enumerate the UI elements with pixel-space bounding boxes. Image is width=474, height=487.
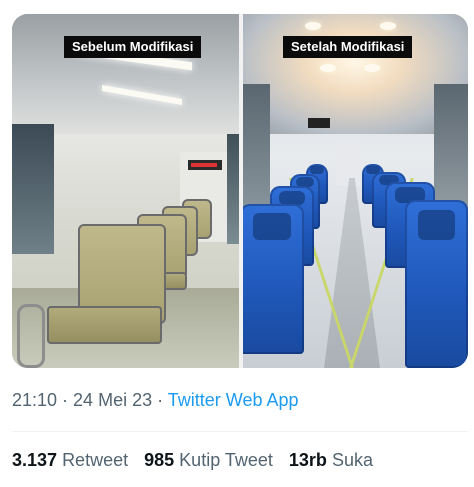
meta-separator: · bbox=[152, 390, 168, 410]
window bbox=[12, 124, 54, 254]
divider bbox=[12, 431, 468, 432]
after-label: Setelah Modifikasi bbox=[283, 36, 413, 58]
quote-label: Kutip Tweet bbox=[179, 450, 273, 470]
before-label: Sebelum Modifikasi bbox=[64, 36, 202, 58]
retweet-stat[interactable]: 3.137 Retweet bbox=[12, 450, 128, 471]
seat bbox=[405, 200, 468, 368]
like-stat[interactable]: 13rb Suka bbox=[289, 450, 373, 471]
image-divider bbox=[239, 14, 243, 368]
before-ceiling bbox=[12, 14, 240, 134]
like-count: 13rb bbox=[288, 450, 327, 470]
downlight bbox=[305, 22, 321, 30]
meta-separator: · bbox=[57, 390, 74, 410]
seat-armrest bbox=[17, 304, 45, 368]
quote-stat[interactable]: 985 Kutip Tweet bbox=[144, 450, 273, 471]
led-sign bbox=[188, 160, 222, 170]
tweet-time[interactable]: 21:10 bbox=[12, 390, 57, 410]
tweet-stats: 3.137 Retweet 985 Kutip Tweet 13rb Suka bbox=[12, 450, 373, 471]
seat-cushion bbox=[47, 306, 162, 344]
downlight bbox=[380, 22, 396, 30]
tweet-date[interactable]: 24 Mei 23 bbox=[73, 390, 152, 410]
retweet-label: Retweet bbox=[62, 450, 129, 470]
retweet-count: 3.137 bbox=[12, 450, 58, 470]
tweet-meta: 21:10 · 24 Mei 23 · Twitter Web App bbox=[12, 390, 299, 411]
like-label: Suka bbox=[331, 450, 373, 470]
downlight bbox=[364, 64, 380, 72]
seat bbox=[240, 204, 304, 354]
led-sign bbox=[308, 118, 330, 128]
downlight bbox=[320, 64, 336, 72]
tweet-media-image[interactable]: Sebelum Modifikasi Setelah Modifikasi bbox=[12, 14, 468, 368]
end-door bbox=[336, 142, 360, 186]
tweet-source-link[interactable]: Twitter Web App bbox=[168, 390, 299, 410]
before-photo bbox=[12, 14, 240, 368]
quote-count: 985 bbox=[144, 450, 175, 470]
after-photo bbox=[240, 14, 468, 368]
